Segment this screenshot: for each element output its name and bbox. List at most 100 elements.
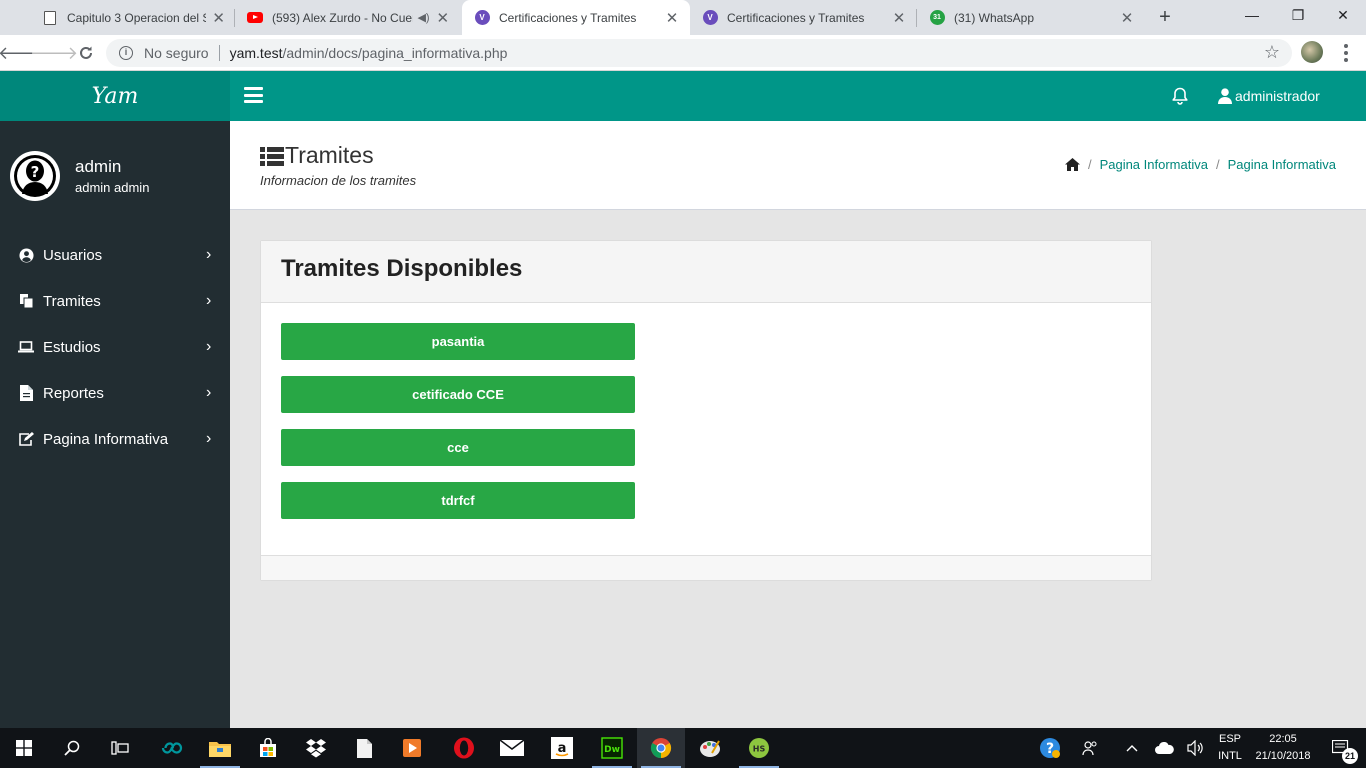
tramite-button-pasantia[interactable]: pasantia [281, 323, 635, 360]
breadcrumb-separator: / [1215, 157, 1220, 172]
sidebar-item-estudios[interactable]: Estudios › [0, 325, 230, 369]
opera-icon[interactable] [440, 728, 488, 768]
browser-tab-bar: Capitulo 3 Operacion del Sistema ✕ (593)… [0, 0, 1366, 35]
reload-button[interactable] [72, 39, 100, 67]
breadcrumb: / Pagina Informativa / Pagina Informativ… [1064, 157, 1336, 172]
people-icon[interactable] [1070, 728, 1110, 768]
security-label[interactable]: No seguro [144, 45, 209, 61]
arduino-icon[interactable] [148, 728, 196, 768]
svg-text:Dw: Dw [604, 745, 620, 755]
url-host[interactable]: yam.test [230, 45, 283, 61]
tab-title: (31) WhatsApp [954, 10, 1035, 25]
home-icon[interactable] [1064, 158, 1080, 171]
amazon-icon[interactable]: a [538, 728, 586, 768]
store-icon[interactable] [244, 728, 292, 768]
chevron-right-icon: › [206, 430, 212, 447]
info-icon[interactable]: i [119, 46, 133, 60]
sidebar-item-label: Estudios [43, 338, 101, 356]
browser-tab[interactable]: Capitulo 3 Operacion del Sistema ✕ [30, 0, 235, 35]
hotspot-shield-icon[interactable]: HS [735, 728, 783, 768]
sidebar-item-reportes[interactable]: Reportes › [0, 371, 230, 415]
search-icon[interactable] [48, 728, 96, 768]
minimize-button[interactable]: — [1229, 0, 1275, 30]
url-path[interactable]: /admin/docs/pagina_informativa.php [283, 45, 508, 61]
sidebar-item-pagina-informativa[interactable]: Pagina Informativa › [0, 417, 230, 461]
speaker-icon[interactable]: ◀) [417, 11, 429, 24]
sidebar-item-tramites[interactable]: Tramites › [0, 279, 230, 323]
chevron-right-icon: › [206, 246, 212, 263]
action-center-icon[interactable]: 21 [1318, 728, 1364, 768]
page-subtitle: Informacion de los tramites [260, 173, 417, 188]
visual-studio-icon: V [474, 10, 490, 26]
page-title: Tramites [260, 142, 374, 169]
chrome-icon[interactable] [637, 728, 685, 768]
address-bar[interactable]: i No seguro yam.test/admin/docs/pagina_i… [106, 39, 1292, 67]
close-tab-icon[interactable]: ✕ [436, 9, 450, 27]
sidebar: ? admin admin admin Usuarios › Tramites … [0, 121, 230, 728]
url-separator [218, 45, 220, 61]
browser-tab[interactable]: 31 (31) WhatsApp ✕ [917, 0, 1145, 35]
file-explorer-icon[interactable] [196, 728, 244, 768]
dropbox-icon[interactable] [292, 728, 340, 768]
bell-icon[interactable] [1170, 86, 1190, 106]
avatar: ? [10, 151, 60, 201]
close-tab-icon[interactable]: ✕ [1119, 9, 1135, 27]
tramite-button-certificado-cce[interactable]: cetificado CCE [281, 376, 635, 413]
breadcrumb-separator: / [1087, 157, 1092, 172]
forward-button[interactable]: 🡒 [30, 39, 78, 67]
browser-menu-icon[interactable] [1336, 41, 1356, 65]
sidebar-item-label: Pagina Informativa [43, 430, 169, 448]
close-window-button[interactable]: ✕ [1320, 0, 1366, 30]
browser-tab[interactable]: (593) Alex Zurdo - No Cuenta ◀) ✕ [235, 0, 460, 35]
profile-avatar[interactable] [1301, 41, 1323, 63]
sidebar-user-name: admin [75, 157, 122, 176]
paint-icon[interactable] [686, 728, 734, 768]
svg-text:?: ? [31, 163, 40, 181]
breadcrumb-current[interactable]: Pagina Informativa [1228, 157, 1336, 172]
close-tab-icon[interactable]: ✕ [664, 9, 680, 27]
input-language[interactable]: ESP INTL [1213, 731, 1247, 765]
task-view-icon[interactable] [96, 728, 144, 768]
unknown-user-icon: ? [14, 155, 56, 197]
bookmark-star-icon[interactable]: ☆ [1264, 42, 1280, 63]
sidebar-toggle-icon[interactable] [244, 87, 263, 103]
windows-taskbar: a Dw HS ? ESP INTL 22:05 21/10/2018 21 [0, 728, 1366, 768]
breadcrumb-link[interactable]: Pagina Informativa [1100, 157, 1208, 172]
close-tab-icon[interactable]: ✕ [212, 9, 225, 27]
header-username: administrador [1235, 88, 1320, 104]
keyboard-layout: INTL [1218, 750, 1242, 762]
sidebar-user-role: admin admin [75, 180, 150, 195]
document-icon [42, 10, 58, 26]
clock[interactable]: 22:05 21/10/2018 [1248, 731, 1318, 765]
close-tab-icon[interactable]: ✕ [891, 9, 907, 27]
file-icon [17, 385, 35, 401]
restore-button[interactable]: ❐ [1275, 0, 1321, 30]
edit-icon [17, 431, 35, 447]
sidebar-item-label: Reportes [43, 384, 104, 402]
tramites-box: Tramites Disponibles pasantia cetificado… [260, 240, 1152, 581]
clock-date: 21/10/2018 [1255, 750, 1311, 762]
clock-time: 22:05 [1269, 733, 1297, 745]
dreamweaver-icon[interactable]: Dw [588, 728, 636, 768]
brand-logo[interactable]: Yam [0, 71, 230, 121]
tramite-button-tdrfcf[interactable]: tdrfcf [281, 482, 635, 519]
tab-title: Certificaciones y Tramites [499, 10, 637, 25]
browser-tab[interactable]: V Certificaciones y Tramites ✕ [690, 0, 917, 35]
mail-icon[interactable] [488, 728, 536, 768]
notification-count: 21 [1342, 748, 1358, 764]
new-tab-button[interactable]: + [1153, 6, 1177, 30]
list-icon [260, 146, 284, 166]
sidebar-item-usuarios[interactable]: Usuarios › [0, 233, 230, 277]
volume-icon[interactable] [1176, 728, 1216, 768]
browser-tab-active[interactable]: V Certificaciones y Tramites ✕ [462, 0, 690, 35]
copy-icon [17, 293, 35, 309]
media-player-icon[interactable] [388, 728, 436, 768]
tramite-button-cce[interactable]: cce [281, 429, 635, 466]
notepad-icon[interactable] [340, 728, 388, 768]
help-icon[interactable]: ? [1026, 728, 1074, 768]
box-title: Tramites Disponibles [281, 255, 523, 282]
windows-start-icon[interactable] [0, 728, 48, 768]
tab-title: Certificaciones y Tramites [727, 10, 865, 25]
user-menu[interactable]: administrador [1218, 71, 1320, 121]
sidebar-item-label: Usuarios [43, 246, 103, 264]
